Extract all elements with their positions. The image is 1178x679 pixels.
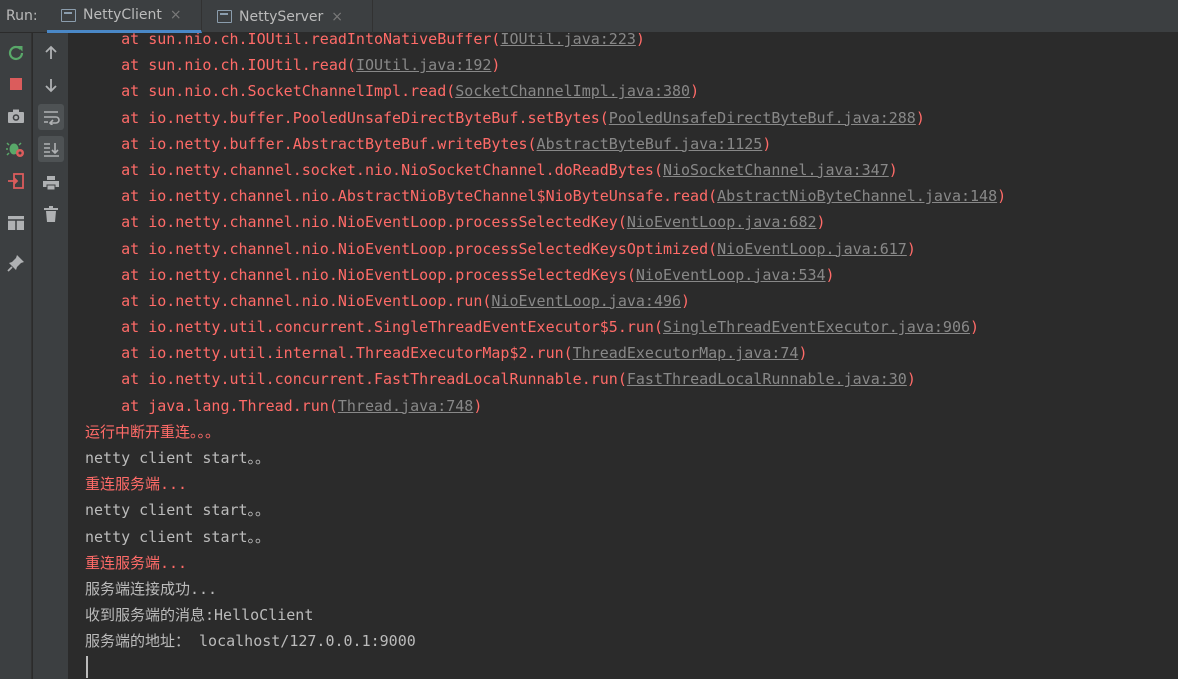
error-message-line: 重连服务端...	[85, 475, 188, 494]
camera-icon[interactable]	[3, 103, 29, 129]
source-link[interactable]: NioEventLoop.java:682	[627, 213, 817, 231]
stack-trace-line: at io.netty.util.concurrent.SingleThread…	[85, 314, 1006, 340]
tab-label: NettyClient	[83, 7, 162, 23]
trash-icon[interactable]	[38, 201, 64, 227]
stack-frame-close: )	[970, 318, 980, 337]
stack-trace-line: at sun.nio.ch.IOUtil.read(IOUtil.java:19…	[85, 52, 1006, 78]
stack-frame-close: )	[888, 160, 898, 179]
run-config-icon	[217, 10, 232, 23]
source-link[interactable]: SingleThreadEventExecutor.java:906	[663, 318, 970, 336]
run-actions-toolbar	[0, 33, 32, 679]
error-message-line: 运行中断开重连。。。	[85, 422, 221, 441]
tab-label: NettyServer	[239, 8, 324, 25]
stack-trace-line: at io.netty.util.internal.ThreadExecutor…	[85, 340, 1006, 366]
stack-frame-close: )	[473, 396, 483, 415]
close-icon[interactable]: ×	[331, 9, 343, 25]
stack-trace-line: at io.netty.channel.nio.AbstractNioByteC…	[85, 183, 1006, 209]
stack-frame-text: at io.netty.channel.nio.NioEventLoop.run…	[85, 291, 492, 310]
stack-trace-line: at sun.nio.ch.IOUtil.readIntoNativeBuffe…	[85, 33, 1006, 52]
run-tool-window-header: Run: NettyClient × NettyServer ×	[0, 0, 1178, 33]
stack-frame-close: )	[825, 265, 835, 284]
stack-frame-text: at io.netty.channel.nio.NioEventLoop.pro…	[85, 265, 636, 284]
source-link[interactable]: PooledUnsafeDirectByteBuf.java:288	[609, 109, 916, 127]
log-message-line: netty client start。。	[85, 527, 271, 546]
console-lines: at sun.nio.ch.IOUtil.readIntoNativeBuffe…	[85, 33, 1006, 655]
source-link[interactable]: NioEventLoop.java:534	[636, 266, 826, 284]
exit-icon[interactable]	[3, 168, 29, 194]
stack-frame-text: at io.netty.util.concurrent.FastThreadLo…	[85, 370, 627, 389]
stack-frame-text: at io.netty.channel.nio.AbstractNioByteC…	[85, 187, 718, 206]
close-icon[interactable]: ×	[170, 7, 182, 23]
source-link[interactable]: IOUtil.java:223	[500, 33, 635, 48]
stack-trace-line: at java.lang.Thread.run(Thread.java:748)	[85, 393, 1006, 419]
stack-trace-line: at io.netty.util.concurrent.FastThreadLo…	[85, 366, 1006, 392]
stack-frame-text: at io.netty.util.internal.ThreadExecutor…	[85, 344, 573, 363]
error-message-line: 重连服务端...	[85, 553, 188, 572]
stack-frame-text: at io.netty.channel.nio.NioEventLoop.pro…	[85, 239, 718, 258]
stack-trace-line: at io.netty.channel.socket.nio.NioSocket…	[85, 157, 1006, 183]
stack-trace-line: at sun.nio.ch.SocketChannelImpl.read(Soc…	[85, 78, 1006, 104]
source-link[interactable]: SocketChannelImpl.java:380	[455, 82, 690, 100]
stack-frame-text: at io.netty.channel.socket.nio.NioSocket…	[85, 160, 663, 179]
stack-frame-close: )	[915, 108, 925, 127]
stack-trace-line: at io.netty.buffer.AbstractByteBuf.write…	[85, 131, 1006, 157]
stack-frame-text: at io.netty.channel.nio.NioEventLoop.pro…	[85, 213, 627, 232]
stack-frame-text: at io.netty.util.concurrent.SingleThread…	[85, 318, 663, 337]
soft-wrap-icon[interactable]	[38, 104, 64, 130]
text-caret	[86, 656, 88, 678]
source-link[interactable]: AbstractByteBuf.java:1125	[537, 135, 763, 153]
stop-icon[interactable]	[3, 71, 29, 97]
stack-trace-line: at io.netty.channel.nio.NioEventLoop.pro…	[85, 262, 1006, 288]
source-link[interactable]: NioEventLoop.java:496	[491, 292, 681, 310]
source-link[interactable]: AbstractNioByteChannel.java:148	[717, 187, 997, 205]
scroll-to-end-icon[interactable]	[38, 136, 64, 162]
stack-trace-line: at io.netty.buffer.PooledUnsafeDirectByt…	[85, 105, 1006, 131]
stack-frame-text: at sun.nio.ch.SocketChannelImpl.read(	[85, 82, 456, 101]
stack-trace-line: at io.netty.channel.nio.NioEventLoop.run…	[85, 288, 1006, 314]
stack-frame-text: at sun.nio.ch.IOUtil.readIntoNativeBuffe…	[85, 33, 501, 48]
run-config-icon	[61, 8, 76, 22]
rerun-icon[interactable]	[3, 40, 29, 66]
console-actions-toolbar	[33, 33, 69, 679]
print-icon[interactable]	[38, 170, 64, 196]
stack-frame-text: at io.netty.buffer.PooledUnsafeDirectByt…	[85, 108, 609, 127]
console-output[interactable]: at sun.nio.ch.IOUtil.readIntoNativeBuffe…	[70, 33, 1178, 679]
source-link[interactable]: ThreadExecutorMap.java:74	[573, 344, 799, 362]
layout-icon[interactable]	[3, 210, 29, 236]
stack-frame-close: )	[690, 82, 700, 101]
stack-frame-close: )	[762, 134, 772, 153]
log-message-line: netty client start。。	[85, 449, 271, 467]
pin-icon[interactable]	[3, 250, 29, 276]
stack-trace-line: at io.netty.channel.nio.NioEventLoop.pro…	[85, 209, 1006, 235]
stack-frame-close: )	[491, 56, 501, 75]
arrow-up-icon[interactable]	[38, 40, 64, 66]
stack-frame-close: )	[816, 213, 826, 232]
tab-netty-server[interactable]: NettyServer ×	[203, 0, 373, 33]
source-link[interactable]: FastThreadLocalRunnable.java:30	[627, 370, 907, 388]
stack-trace-line: at io.netty.channel.nio.NioEventLoop.pro…	[85, 236, 1006, 262]
source-link[interactable]: IOUtil.java:192	[356, 56, 491, 74]
stack-frame-close: )	[906, 239, 916, 258]
stack-frame-close: )	[997, 187, 1007, 206]
log-message-line: 收到服务端的消息:HelloClient	[85, 606, 314, 625]
stack-frame-text: at java.lang.Thread.run(	[85, 396, 338, 415]
log-message-line: 服务端连接成功...	[85, 579, 218, 598]
stack-frame-close: )	[906, 370, 916, 389]
log-message-line: 服务端的地址： localhost/127.0.0.1:9000	[85, 632, 416, 651]
tab-netty-client[interactable]: NettyClient ×	[47, 0, 202, 33]
stack-frame-text: at io.netty.buffer.AbstractByteBuf.write…	[85, 134, 537, 153]
arrow-down-icon[interactable]	[38, 72, 64, 98]
stack-frame-close: )	[635, 33, 645, 48]
stack-frame-close: )	[681, 291, 691, 310]
stack-frame-text: at sun.nio.ch.IOUtil.read(	[85, 56, 356, 75]
debug-settings-icon[interactable]	[3, 136, 29, 162]
log-message-line: netty client start。。	[85, 501, 271, 520]
source-link[interactable]: NioEventLoop.java:617	[717, 240, 907, 258]
stack-frame-close: )	[798, 344, 808, 363]
run-label: Run:	[6, 8, 38, 24]
source-link[interactable]: Thread.java:748	[338, 397, 473, 415]
source-link[interactable]: NioSocketChannel.java:347	[663, 161, 889, 179]
